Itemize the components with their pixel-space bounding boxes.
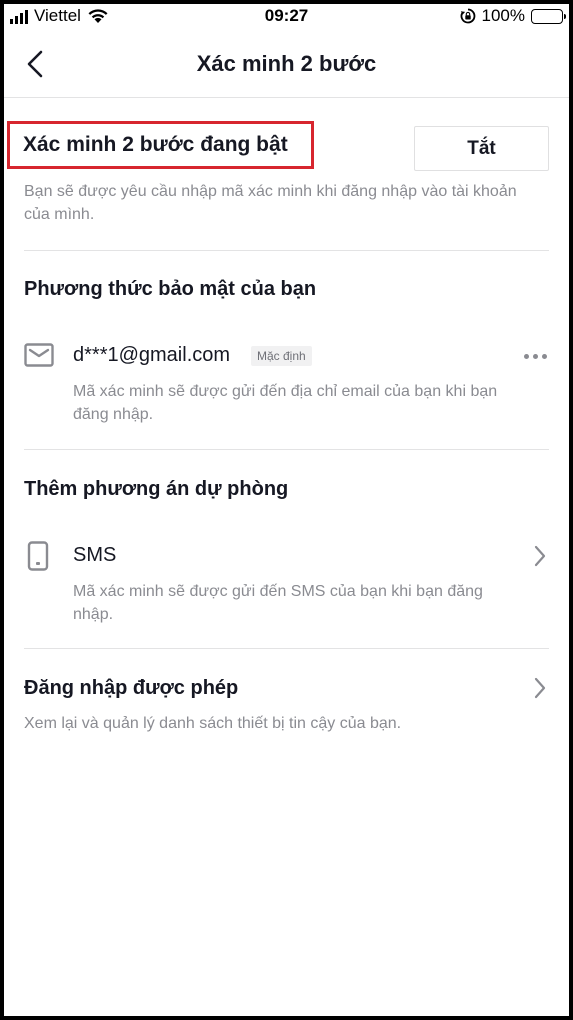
rotation-lock-icon (460, 8, 475, 24)
divider (24, 250, 549, 251)
backup-methods-title: Thêm phương án dự phòng (24, 478, 289, 500)
status-bar: Viettel 09:27 100% (4, 4, 569, 30)
sms-method-description: Mã xác minh sẽ được gửi đến SMS của bạn … (73, 583, 483, 623)
sms-label: SMS (73, 544, 117, 566)
divider (24, 449, 549, 450)
default-badge: Mặc định (251, 346, 312, 366)
email-method-row: d***1@gmail.com Mặc định Mã xác minh sẽ … (4, 340, 569, 430)
email-address: d***1@gmail.com (73, 344, 231, 366)
more-options-icon[interactable] (524, 350, 547, 363)
page-title: Xác minh 2 bước (196, 51, 377, 76)
allowed-logins-row[interactable]: Đăng nhập được phép Xem lại và quản lý d… (4, 674, 569, 740)
chevron-right-icon[interactable] (533, 677, 547, 699)
two-factor-description: Bạn sẽ được yêu cầu nhập mã xác minh khi… (24, 183, 517, 223)
chevron-right-icon[interactable] (533, 545, 547, 567)
two-factor-status: Xác minh 2 bước đang bật (7, 121, 314, 169)
screen: Viettel 09:27 100% Xác minh 2 bước Xác m… (4, 4, 569, 1016)
battery-icon (531, 8, 566, 24)
divider (24, 648, 549, 649)
email-method-description: Mã xác minh sẽ được gửi đến địa chỉ emai… (73, 383, 498, 423)
status-right: 100% (460, 6, 566, 26)
phone-icon (27, 541, 49, 571)
allowed-logins-title: Đăng nhập được phép (24, 677, 239, 699)
sms-method-row[interactable]: SMS Mã xác minh sẽ được gửi đến SMS của … (4, 540, 569, 630)
turn-off-button[interactable]: Tắt (414, 126, 549, 171)
battery-percent: 100% (481, 6, 525, 25)
nav-bar: Xác minh 2 bước (4, 30, 569, 98)
security-methods-title: Phương thức bảo mật của bạn (24, 278, 317, 300)
allowed-logins-description: Xem lại và quản lý danh sách thiết bị ti… (24, 715, 402, 732)
envelope-icon (24, 343, 54, 367)
